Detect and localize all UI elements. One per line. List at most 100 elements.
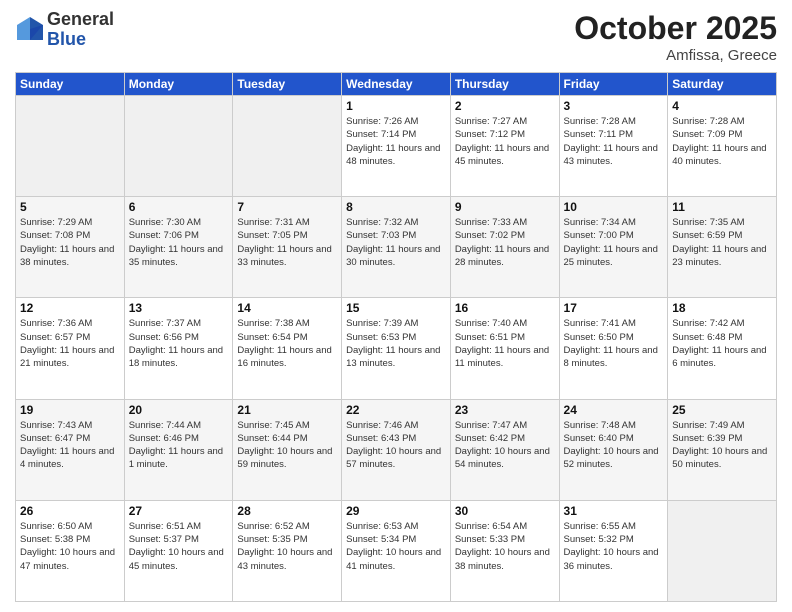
day-number: 5 (20, 200, 120, 214)
table-row: 2 Sunrise: 7:27 AMSunset: 7:12 PMDayligh… (450, 96, 559, 197)
cell-content: Sunrise: 7:40 AMSunset: 6:51 PMDaylight:… (455, 318, 549, 369)
day-number: 6 (129, 200, 229, 214)
table-row: 13 Sunrise: 7:37 AMSunset: 6:56 PMDaylig… (124, 298, 233, 399)
cell-content: Sunrise: 7:30 AMSunset: 7:06 PMDaylight:… (129, 217, 223, 268)
table-row: 8 Sunrise: 7:32 AMSunset: 7:03 PMDayligh… (342, 197, 451, 298)
day-number: 1 (346, 99, 446, 113)
cell-content: Sunrise: 7:37 AMSunset: 6:56 PMDaylight:… (129, 318, 223, 369)
calendar-week-row: 5 Sunrise: 7:29 AMSunset: 7:08 PMDayligh… (16, 197, 777, 298)
cell-content: Sunrise: 7:32 AMSunset: 7:03 PMDaylight:… (346, 217, 440, 268)
cell-content: Sunrise: 7:31 AMSunset: 7:05 PMDaylight:… (237, 217, 331, 268)
col-wednesday: Wednesday (342, 73, 451, 96)
calendar-week-row: 12 Sunrise: 7:36 AMSunset: 6:57 PMDaylig… (16, 298, 777, 399)
table-row: 11 Sunrise: 7:35 AMSunset: 6:59 PMDaylig… (668, 197, 777, 298)
cell-content: Sunrise: 7:33 AMSunset: 7:02 PMDaylight:… (455, 217, 549, 268)
col-tuesday: Tuesday (233, 73, 342, 96)
cell-content: Sunrise: 7:38 AMSunset: 6:54 PMDaylight:… (237, 318, 331, 369)
header: General Blue October 2025 Amfissa, Greec… (15, 10, 777, 64)
cell-content: Sunrise: 7:28 AMSunset: 7:09 PMDaylight:… (672, 116, 766, 167)
cell-content: Sunrise: 7:26 AMSunset: 7:14 PMDaylight:… (346, 116, 440, 167)
cell-content: Sunrise: 6:52 AMSunset: 5:35 PMDaylight:… (237, 521, 332, 572)
calendar-week-row: 1 Sunrise: 7:26 AMSunset: 7:14 PMDayligh… (16, 96, 777, 197)
cell-content: Sunrise: 7:36 AMSunset: 6:57 PMDaylight:… (20, 318, 114, 369)
day-number: 14 (237, 301, 337, 315)
day-number: 20 (129, 403, 229, 417)
cell-content: Sunrise: 7:47 AMSunset: 6:42 PMDaylight:… (455, 420, 550, 471)
cell-content: Sunrise: 7:46 AMSunset: 6:43 PMDaylight:… (346, 420, 441, 471)
day-number: 23 (455, 403, 555, 417)
location-subtitle: Amfissa, Greece (574, 47, 777, 64)
cell-content: Sunrise: 6:51 AMSunset: 5:37 PMDaylight:… (129, 521, 224, 572)
table-row: 5 Sunrise: 7:29 AMSunset: 7:08 PMDayligh… (16, 197, 125, 298)
table-row (124, 96, 233, 197)
cell-content: Sunrise: 7:28 AMSunset: 7:11 PMDaylight:… (564, 116, 658, 167)
table-row (668, 500, 777, 601)
cell-content: Sunrise: 6:54 AMSunset: 5:33 PMDaylight:… (455, 521, 550, 572)
day-number: 17 (564, 301, 664, 315)
table-row: 1 Sunrise: 7:26 AMSunset: 7:14 PMDayligh… (342, 96, 451, 197)
day-number: 3 (564, 99, 664, 113)
table-row: 6 Sunrise: 7:30 AMSunset: 7:06 PMDayligh… (124, 197, 233, 298)
cell-content: Sunrise: 7:27 AMSunset: 7:12 PMDaylight:… (455, 116, 549, 167)
table-row: 19 Sunrise: 7:43 AMSunset: 6:47 PMDaylig… (16, 399, 125, 500)
table-row: 9 Sunrise: 7:33 AMSunset: 7:02 PMDayligh… (450, 197, 559, 298)
cell-content: Sunrise: 7:34 AMSunset: 7:00 PMDaylight:… (564, 217, 658, 268)
day-number: 18 (672, 301, 772, 315)
table-row (16, 96, 125, 197)
logo-icon (15, 15, 45, 45)
col-friday: Friday (559, 73, 668, 96)
logo: General Blue (15, 10, 114, 50)
day-number: 9 (455, 200, 555, 214)
day-number: 4 (672, 99, 772, 113)
logo-text: General Blue (47, 10, 114, 50)
table-row: 7 Sunrise: 7:31 AMSunset: 7:05 PMDayligh… (233, 197, 342, 298)
day-number: 15 (346, 301, 446, 315)
col-saturday: Saturday (668, 73, 777, 96)
table-row: 29 Sunrise: 6:53 AMSunset: 5:34 PMDaylig… (342, 500, 451, 601)
cell-content: Sunrise: 7:44 AMSunset: 6:46 PMDaylight:… (129, 420, 223, 471)
day-number: 28 (237, 504, 337, 518)
table-row: 4 Sunrise: 7:28 AMSunset: 7:09 PMDayligh… (668, 96, 777, 197)
calendar-table: Sunday Monday Tuesday Wednesday Thursday… (15, 72, 777, 602)
cell-content: Sunrise: 6:55 AMSunset: 5:32 PMDaylight:… (564, 521, 659, 572)
calendar-header-row: Sunday Monday Tuesday Wednesday Thursday… (16, 73, 777, 96)
table-row: 17 Sunrise: 7:41 AMSunset: 6:50 PMDaylig… (559, 298, 668, 399)
day-number: 29 (346, 504, 446, 518)
month-title: October 2025 (574, 10, 777, 47)
day-number: 16 (455, 301, 555, 315)
cell-content: Sunrise: 7:49 AMSunset: 6:39 PMDaylight:… (672, 420, 767, 471)
page: General Blue October 2025 Amfissa, Greec… (0, 0, 792, 612)
table-row: 22 Sunrise: 7:46 AMSunset: 6:43 PMDaylig… (342, 399, 451, 500)
day-number: 2 (455, 99, 555, 113)
day-number: 10 (564, 200, 664, 214)
calendar-week-row: 26 Sunrise: 6:50 AMSunset: 5:38 PMDaylig… (16, 500, 777, 601)
table-row: 18 Sunrise: 7:42 AMSunset: 6:48 PMDaylig… (668, 298, 777, 399)
table-row: 26 Sunrise: 6:50 AMSunset: 5:38 PMDaylig… (16, 500, 125, 601)
cell-content: Sunrise: 7:48 AMSunset: 6:40 PMDaylight:… (564, 420, 659, 471)
calendar-week-row: 19 Sunrise: 7:43 AMSunset: 6:47 PMDaylig… (16, 399, 777, 500)
day-number: 25 (672, 403, 772, 417)
table-row: 14 Sunrise: 7:38 AMSunset: 6:54 PMDaylig… (233, 298, 342, 399)
table-row: 31 Sunrise: 6:55 AMSunset: 5:32 PMDaylig… (559, 500, 668, 601)
table-row: 21 Sunrise: 7:45 AMSunset: 6:44 PMDaylig… (233, 399, 342, 500)
table-row (233, 96, 342, 197)
table-row: 27 Sunrise: 6:51 AMSunset: 5:37 PMDaylig… (124, 500, 233, 601)
table-row: 25 Sunrise: 7:49 AMSunset: 6:39 PMDaylig… (668, 399, 777, 500)
col-monday: Monday (124, 73, 233, 96)
cell-content: Sunrise: 7:41 AMSunset: 6:50 PMDaylight:… (564, 318, 658, 369)
cell-content: Sunrise: 7:39 AMSunset: 6:53 PMDaylight:… (346, 318, 440, 369)
cell-content: Sunrise: 6:50 AMSunset: 5:38 PMDaylight:… (20, 521, 115, 572)
table-row: 16 Sunrise: 7:40 AMSunset: 6:51 PMDaylig… (450, 298, 559, 399)
table-row: 20 Sunrise: 7:44 AMSunset: 6:46 PMDaylig… (124, 399, 233, 500)
cell-content: Sunrise: 7:42 AMSunset: 6:48 PMDaylight:… (672, 318, 766, 369)
table-row: 30 Sunrise: 6:54 AMSunset: 5:33 PMDaylig… (450, 500, 559, 601)
day-number: 31 (564, 504, 664, 518)
logo-general-label: General (47, 10, 114, 30)
day-number: 24 (564, 403, 664, 417)
day-number: 8 (346, 200, 446, 214)
day-number: 22 (346, 403, 446, 417)
day-number: 11 (672, 200, 772, 214)
logo-blue-label: Blue (47, 30, 114, 50)
cell-content: Sunrise: 7:35 AMSunset: 6:59 PMDaylight:… (672, 217, 766, 268)
table-row: 15 Sunrise: 7:39 AMSunset: 6:53 PMDaylig… (342, 298, 451, 399)
